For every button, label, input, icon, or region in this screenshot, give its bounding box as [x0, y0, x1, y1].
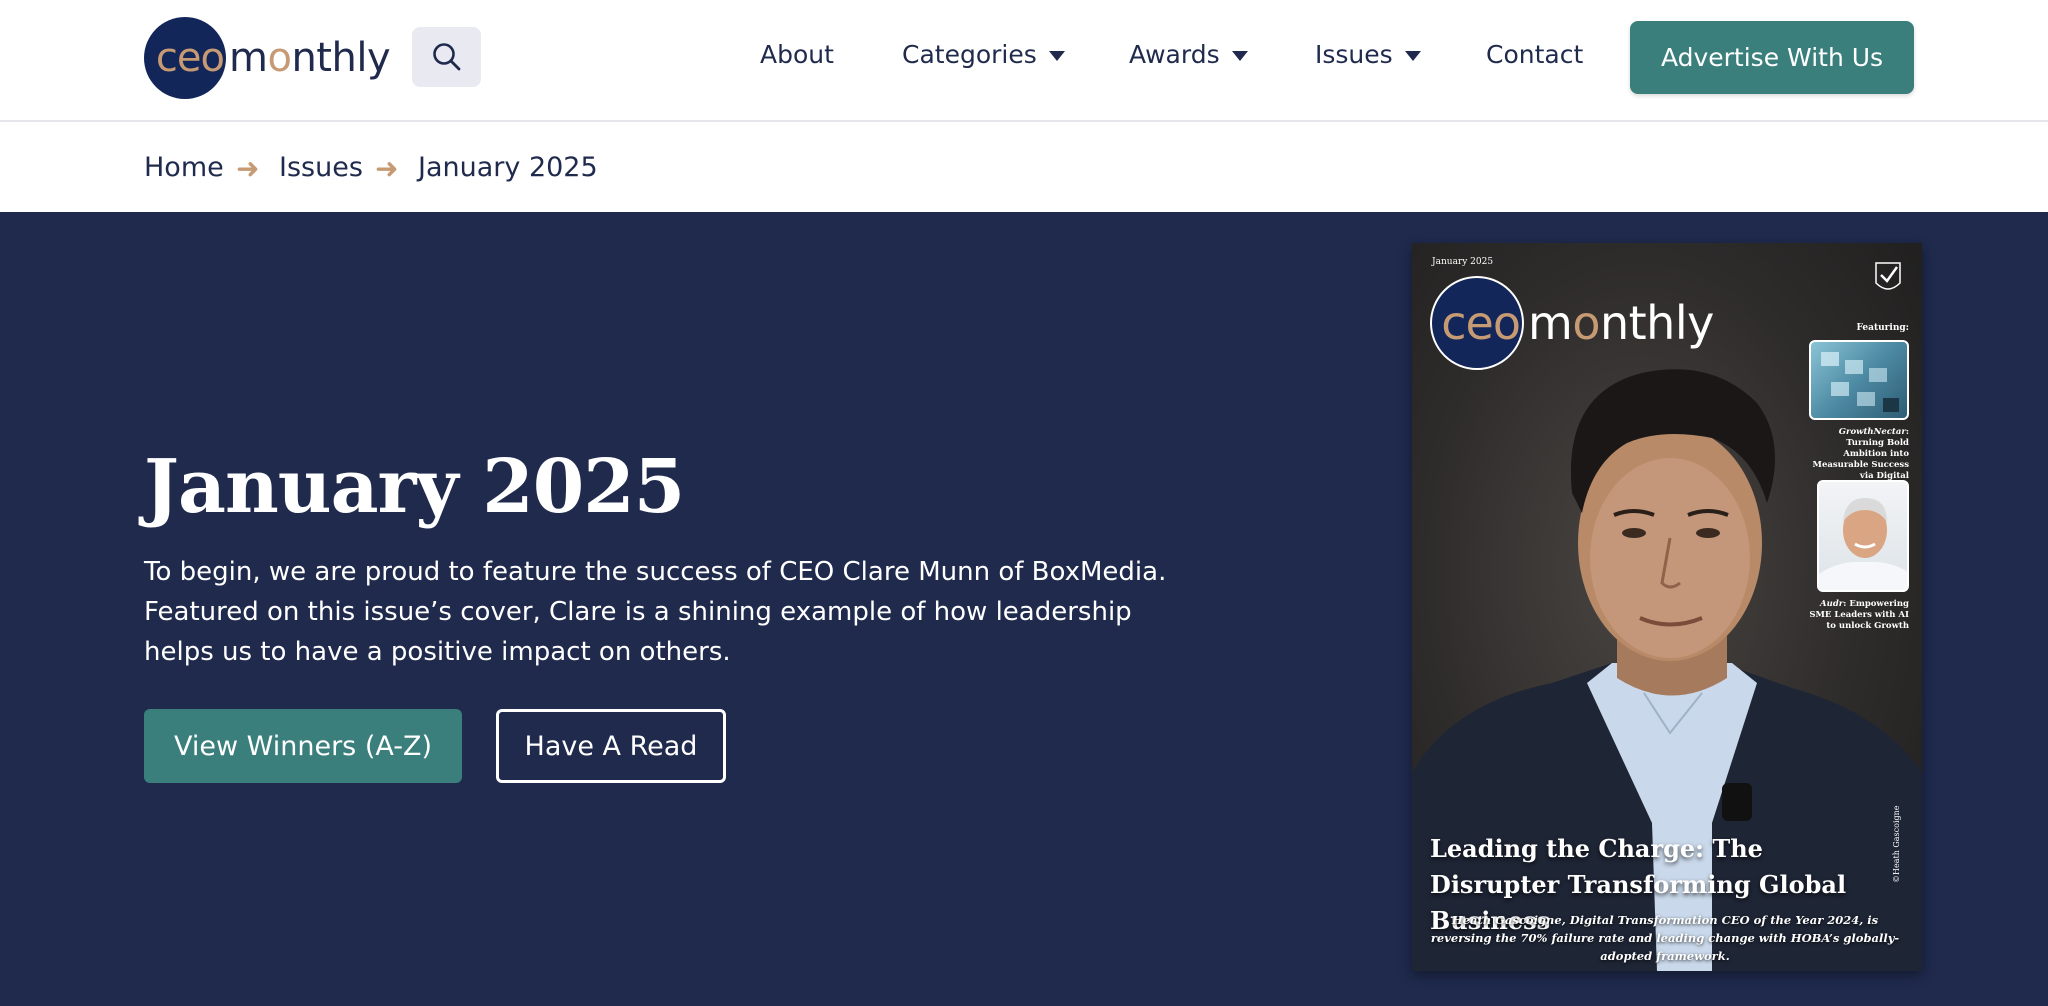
cover-logo-o: o [1572, 296, 1600, 350]
cover-logo-monthly: monthly [1528, 296, 1714, 350]
logo-monthly-text: monthly [229, 35, 391, 81]
logo-ceo-text: ceo [155, 35, 225, 81]
nav-about[interactable]: About [760, 40, 834, 69]
cover-logo-m: m [1528, 296, 1573, 350]
cover-logo-rest: nthly [1599, 296, 1714, 350]
arrow-right-icon: ➜ [375, 152, 399, 185]
nav-categories[interactable]: Categories [902, 40, 1065, 69]
cover-logo-ceo: ceo [1441, 296, 1521, 350]
advertise-button[interactable]: Advertise With Us [1630, 21, 1914, 94]
page-title: January 2025 [144, 444, 685, 530]
breadcrumb-home[interactable]: Home [144, 152, 224, 183]
nav-contact-label: Contact [1486, 40, 1584, 69]
nav-categories-label: Categories [902, 40, 1037, 69]
caret-down-icon [1048, 50, 1065, 61]
breadcrumb: Home ➜ Issues ➜ January 2025 [0, 122, 2048, 212]
nav-contact[interactable]: Contact [1486, 40, 1583, 69]
feature-thumbnail-tech [1809, 340, 1909, 420]
hero-section: January 2025 To begin, we are proud to f… [0, 212, 2048, 1006]
cover-logo-circle: ceo [1430, 276, 1524, 370]
caret-down-icon [1404, 50, 1421, 61]
view-winners-button[interactable]: View Winners (A-Z) [144, 709, 462, 783]
logo-circle: ceo [144, 17, 226, 99]
hero-description: To begin, we are proud to feature the su… [144, 557, 1167, 667]
nav-awards-label: Awards [1129, 40, 1220, 69]
nav-awards[interactable]: Awards [1129, 40, 1248, 69]
feature2-caption: Audr: Empowering SME Leaders with AI to … [1802, 599, 1909, 632]
cover-date: January 2025 [1432, 257, 1494, 267]
breadcrumb-current: January 2025 [418, 152, 598, 183]
nav-issues-label: Issues [1315, 40, 1393, 69]
cover-featuring-label: Featuring: [1856, 323, 1909, 333]
nav-issues[interactable]: Issues [1315, 40, 1421, 69]
logo-monthly-o: o [267, 35, 292, 81]
feature2-brand: Audr [1820, 599, 1844, 609]
feature1-brand: GrowthNectar [1838, 427, 1906, 437]
have-a-read-button[interactable]: Have A Read [496, 709, 726, 783]
search-button[interactable] [412, 27, 481, 87]
tech-illustration-icon [1821, 352, 1899, 412]
have-a-read-label: Have A Read [524, 730, 698, 762]
logo-monthly-rest: nthly [291, 35, 391, 81]
cover-logo: ceo monthly [1430, 276, 1714, 370]
advertise-button-label: Advertise With Us [1660, 43, 1884, 72]
breadcrumb-issues[interactable]: Issues [279, 152, 363, 183]
logo-monthly-m: m [229, 35, 268, 81]
arrow-right-icon: ➜ [236, 152, 260, 185]
cover-photo-credit: ©Heath Gascoigne [1892, 805, 1901, 883]
site-header: ceo monthly About Categories Awards Issu… [0, 0, 2048, 122]
caret-down-icon [1231, 50, 1248, 61]
site-logo[interactable]: ceo monthly [144, 17, 391, 99]
search-icon [432, 43, 460, 71]
portrait-illustration-icon [1819, 498, 1907, 590]
view-winners-label: View Winners (A-Z) [173, 730, 433, 762]
cover-subheadline: Heath Gascoigne, Digital Transformation … [1430, 913, 1900, 963]
magazine-cover[interactable]: January 2025 ceo monthly Featuring: Grow… [1412, 243, 1922, 971]
award-badge-icon [1875, 262, 1901, 290]
nav-about-label: About [760, 40, 834, 69]
feature-thumbnail-portrait [1817, 480, 1909, 592]
